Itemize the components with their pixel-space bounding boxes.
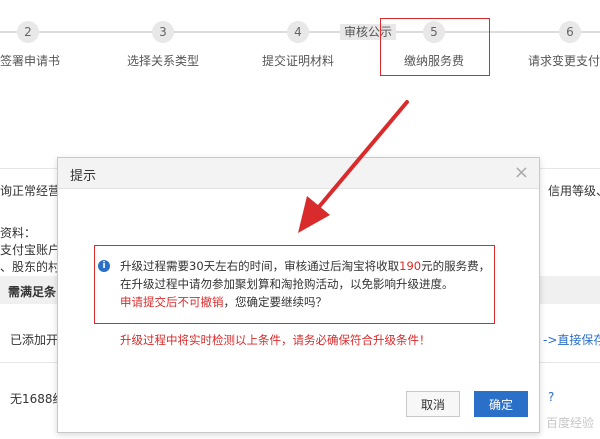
message-text: ，您确定要继续吗？ bbox=[223, 295, 328, 309]
bg-text: 资料： bbox=[0, 226, 37, 240]
step-5-highlight bbox=[380, 18, 490, 76]
dialog-message: 升级过程需要30天左右的时间，审核通过后淘宝将收取190元的服务费，在升级过程中… bbox=[120, 257, 492, 311]
info-icon: i bbox=[98, 260, 110, 272]
table-header: 需满足条 bbox=[8, 285, 57, 299]
table-cell: ? bbox=[548, 390, 555, 404]
step-4-label: 提交证明材料 bbox=[261, 54, 335, 68]
condition-warning: 升级过程中将实时检测以上条件，请务必确保符合升级条件！ bbox=[120, 333, 431, 347]
bg-text: 信用等级、 bbox=[548, 184, 600, 198]
table-cell: 已添加开 bbox=[10, 333, 59, 347]
step-2-label: 签署申请书 bbox=[0, 54, 61, 68]
bg-text: 、股东的村 bbox=[0, 260, 61, 274]
message-text: 升级过程需要30天左右的时间，审核通过后淘宝将收取 bbox=[120, 259, 400, 273]
close-icon[interactable]: × bbox=[514, 162, 529, 183]
watermark: 百度经验 bbox=[545, 416, 594, 430]
bg-text: 询正常经营 bbox=[0, 184, 61, 198]
confirm-dialog: 提示 × i 升级过程需要30天左右的时间，审核通过后淘宝将收取190元的服务费… bbox=[57, 157, 540, 433]
dialog-header: 提示 × bbox=[58, 158, 539, 189]
bg-text: 支付宝账户 bbox=[0, 243, 61, 257]
step-2-circle: 2 bbox=[17, 21, 39, 43]
service-fee-amount: 190 bbox=[399, 259, 422, 273]
dialog-title: 提示 bbox=[70, 169, 97, 184]
step-3-circle: 3 bbox=[152, 21, 174, 43]
irrevocable-warning: 申请提交后不可撤销 bbox=[120, 295, 224, 309]
step-6-label: 请求变更支付 bbox=[528, 54, 600, 68]
step-4-circle: 4 bbox=[287, 21, 309, 43]
cancel-button[interactable]: 取消 bbox=[406, 391, 460, 417]
step-6-circle: 6 bbox=[559, 21, 581, 43]
save-link[interactable]: ->直接保存 bbox=[543, 331, 600, 348]
progress-stepper: 2 签署申请书 3 选择关系类型 4 提交证明材料 审核公示 5 缴纳服务费 6… bbox=[0, 0, 600, 90]
step-3-label: 选择关系类型 bbox=[126, 54, 200, 68]
ok-button[interactable]: 确定 bbox=[474, 391, 528, 417]
